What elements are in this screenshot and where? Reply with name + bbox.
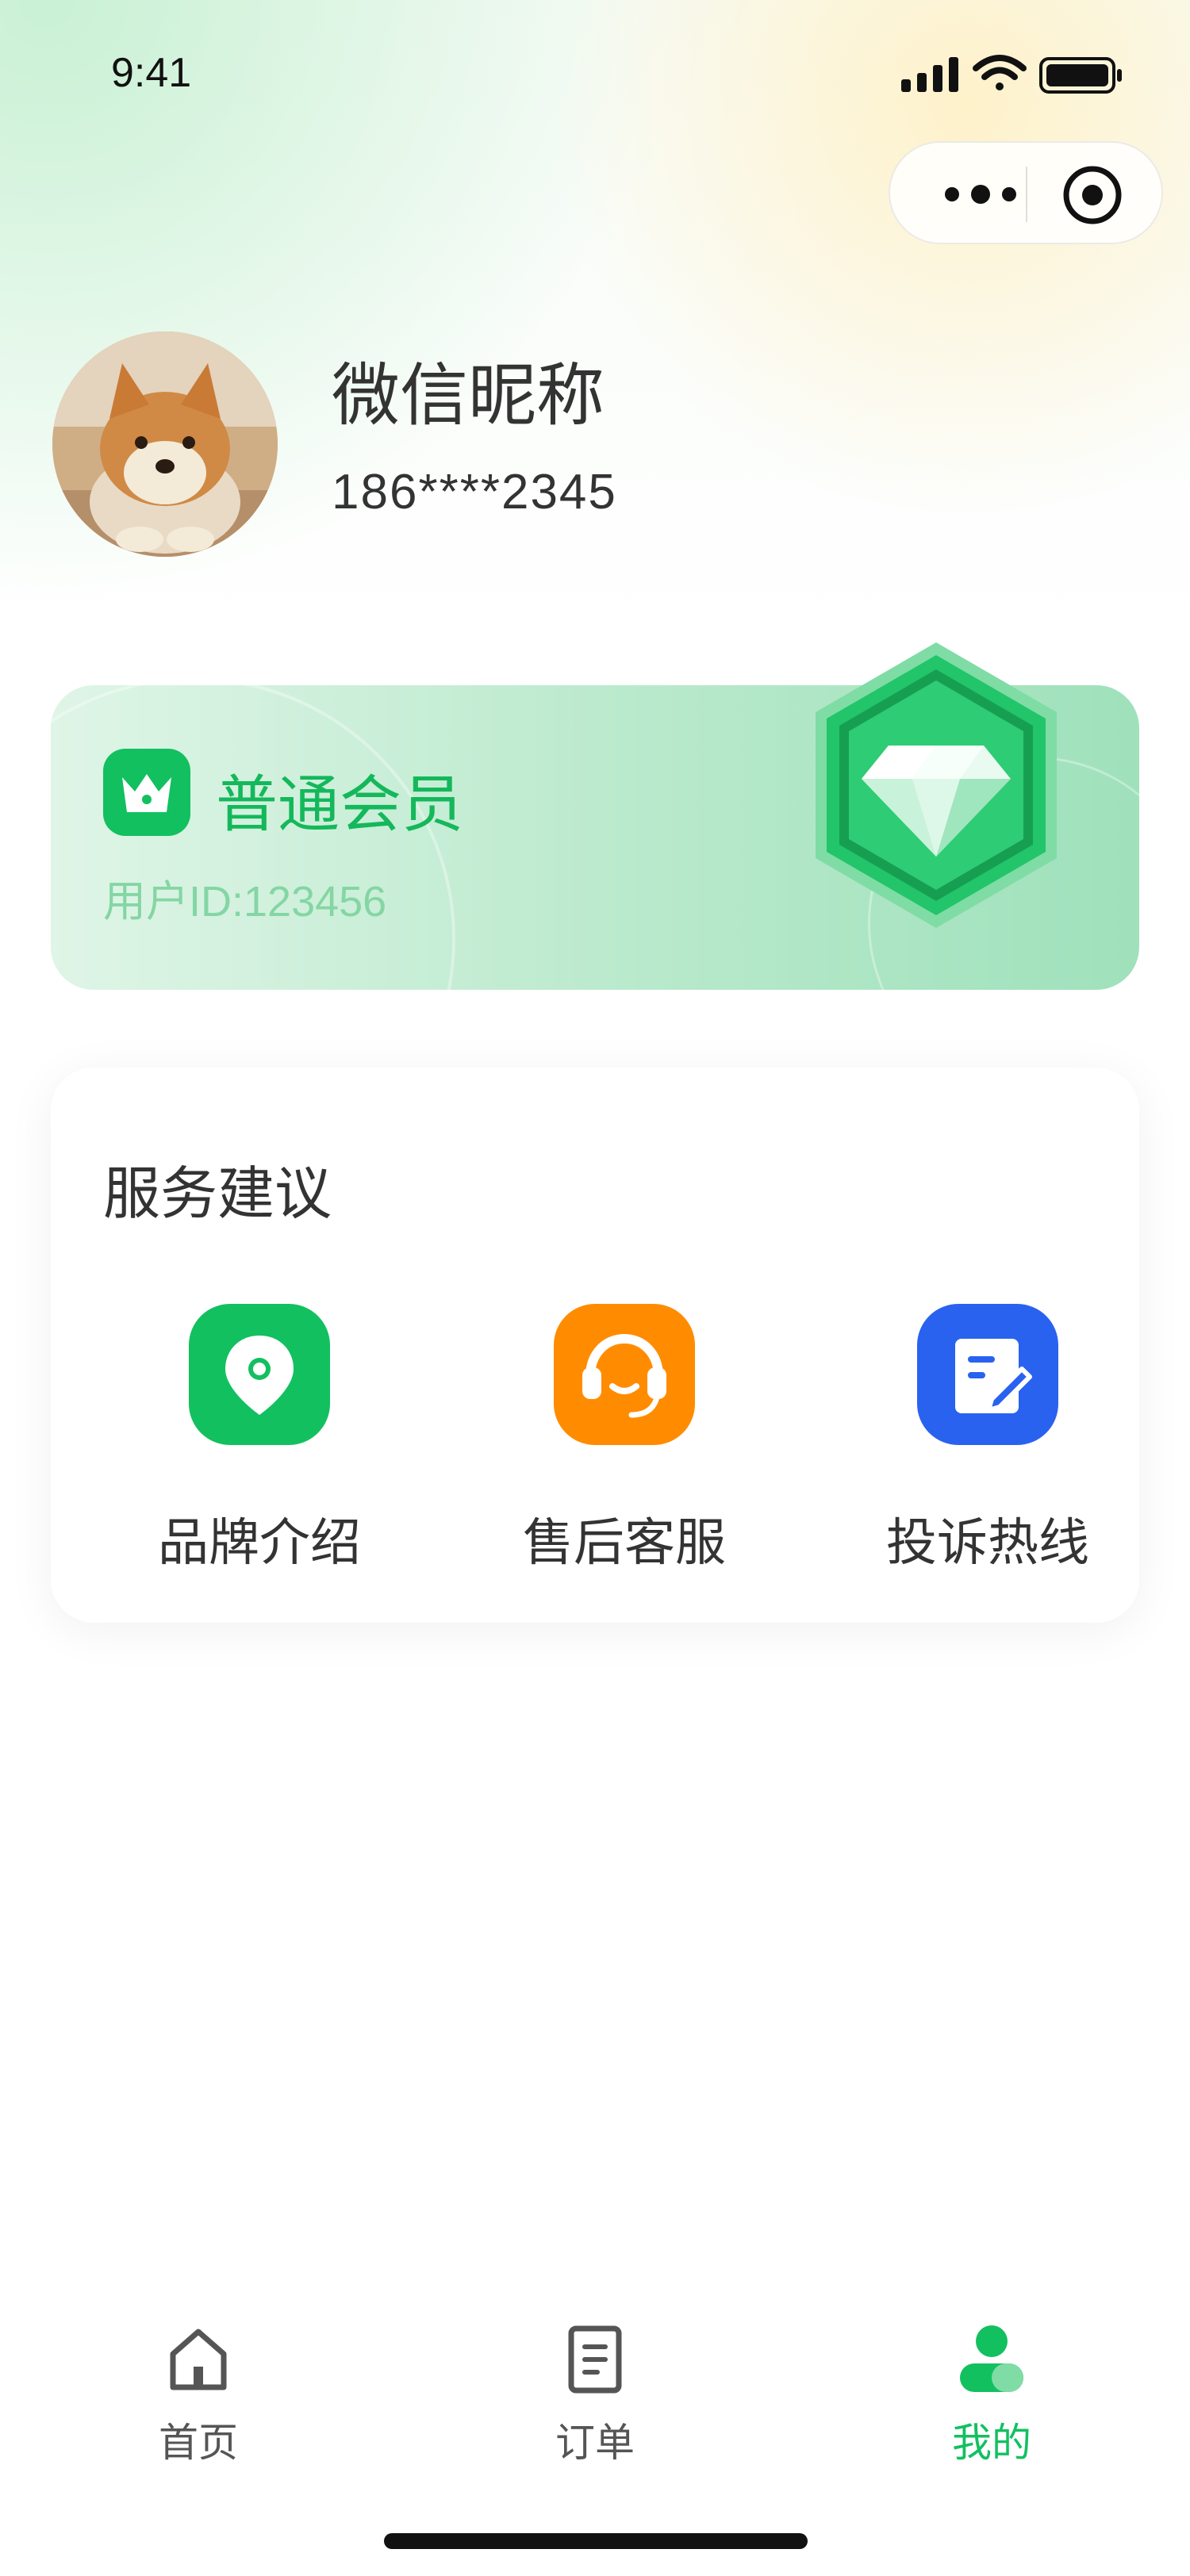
wifi-icon	[973, 55, 1027, 90]
battery-icon	[1039, 57, 1122, 94]
signal-icon	[901, 57, 958, 92]
capsule-menu	[889, 141, 1163, 244]
order-list-icon	[568, 2325, 622, 2394]
service-label: 投诉热线	[886, 1514, 1089, 1573]
service-brand-intro[interactable]: 品牌介绍	[129, 1304, 382, 1573]
crown-icon	[103, 749, 190, 836]
tab-mine[interactable]: 我的	[873, 2324, 1111, 2482]
tab-label: 我的	[952, 2420, 1031, 2466]
close-target-icon[interactable]	[1061, 164, 1123, 226]
service-card: 服务建议 品牌介绍 售后客服 投诉热线	[51, 1068, 1139, 1623]
capsule-divider	[1026, 167, 1027, 222]
avatar[interactable]	[52, 332, 278, 557]
member-level: 普通会员	[216, 769, 464, 841]
tab-orders[interactable]: 订单	[476, 2324, 714, 2482]
edit-document-icon	[917, 1304, 1058, 1445]
tab-label: 订单	[555, 2420, 635, 2466]
service-complaint-hotline[interactable]: 投诉热线	[857, 1304, 1111, 1573]
status-icons	[901, 55, 1122, 94]
service-title: 服务建议	[103, 1160, 332, 1227]
headset-icon	[554, 1304, 695, 1445]
service-label: 售后客服	[523, 1514, 726, 1573]
home-icon	[170, 2329, 227, 2390]
diamond-badge-icon	[816, 642, 1057, 928]
location-pin-icon	[189, 1304, 330, 1445]
home-indicator	[384, 2533, 808, 2549]
dog-avatar-image	[52, 332, 278, 557]
service-label: 品牌介绍	[158, 1514, 361, 1573]
service-after-sales[interactable]: 售后客服	[493, 1304, 747, 1573]
tab-home[interactable]: 首页	[79, 2324, 317, 2482]
user-id: 用户ID:123456	[103, 878, 387, 926]
status-time: 9:41	[111, 50, 192, 96]
user-icon	[960, 2325, 1023, 2392]
nickname: 微信昵称	[332, 356, 605, 435]
tab-label: 首页	[159, 2420, 238, 2466]
phone-number: 186****2345	[332, 465, 617, 519]
more-icon[interactable]	[933, 174, 1028, 214]
